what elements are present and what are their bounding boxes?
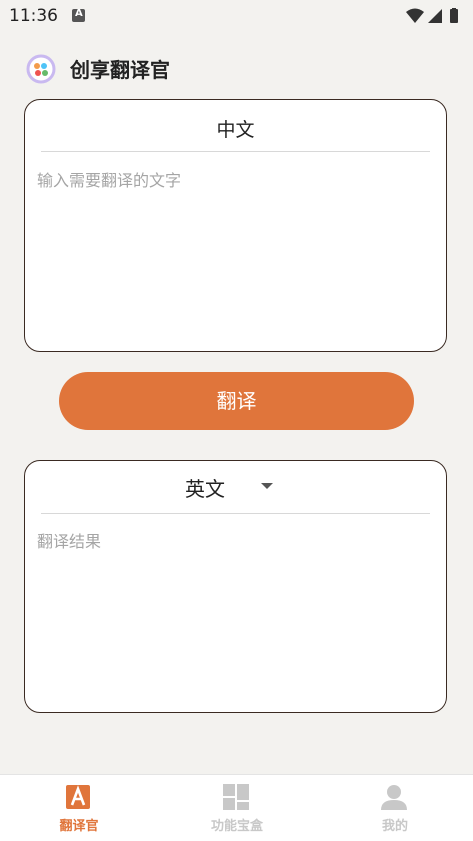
app-header: 创享翻译官 — [0, 48, 473, 88]
notification-badge-text: A — [75, 8, 83, 19]
chevron-down-icon — [261, 483, 273, 489]
app-title: 创享翻译官 — [70, 58, 170, 82]
target-divider — [41, 513, 430, 514]
battery-icon — [450, 9, 458, 23]
tab-profile-label: 我的 — [381, 819, 408, 834]
notification-icon: A — [72, 8, 85, 22]
source-input[interactable]: 输入需要翻译的文字 — [37, 167, 181, 191]
status-time: 11:36 — [9, 6, 58, 26]
wifi-icon — [406, 8, 424, 23]
source-divider — [41, 151, 430, 152]
grid-icon — [223, 784, 249, 810]
tab-profile[interactable]: 我的 — [316, 775, 473, 841]
status-indicators — [406, 8, 458, 23]
source-panel: 中文 输入需要翻译的文字 — [24, 99, 447, 352]
tab-translator-label: 翻译官 — [59, 819, 99, 834]
translation-result: 翻译结果 — [37, 532, 102, 551]
status-bar: 11:36 A — [0, 0, 473, 32]
target-language-select[interactable]: 英文 — [25, 473, 446, 503]
target-panel: 英文 翻译结果 — [24, 460, 447, 713]
app-logo-icon — [26, 54, 56, 84]
translate-icon — [66, 785, 90, 809]
user-icon — [381, 785, 407, 810]
tab-toolbox[interactable]: 功能宝盒 — [158, 775, 316, 841]
tab-toolbox-label: 功能宝盒 — [210, 819, 263, 834]
target-language-label: 英文 — [185, 477, 225, 501]
translate-button[interactable]: 翻译 — [59, 372, 414, 430]
bottom-tab-bar: 翻译官 功能宝盒 我的 — [0, 774, 473, 841]
signal-icon — [428, 9, 442, 23]
tab-translator[interactable]: 翻译官 — [0, 775, 158, 841]
source-language-label: 中文 — [216, 119, 255, 141]
